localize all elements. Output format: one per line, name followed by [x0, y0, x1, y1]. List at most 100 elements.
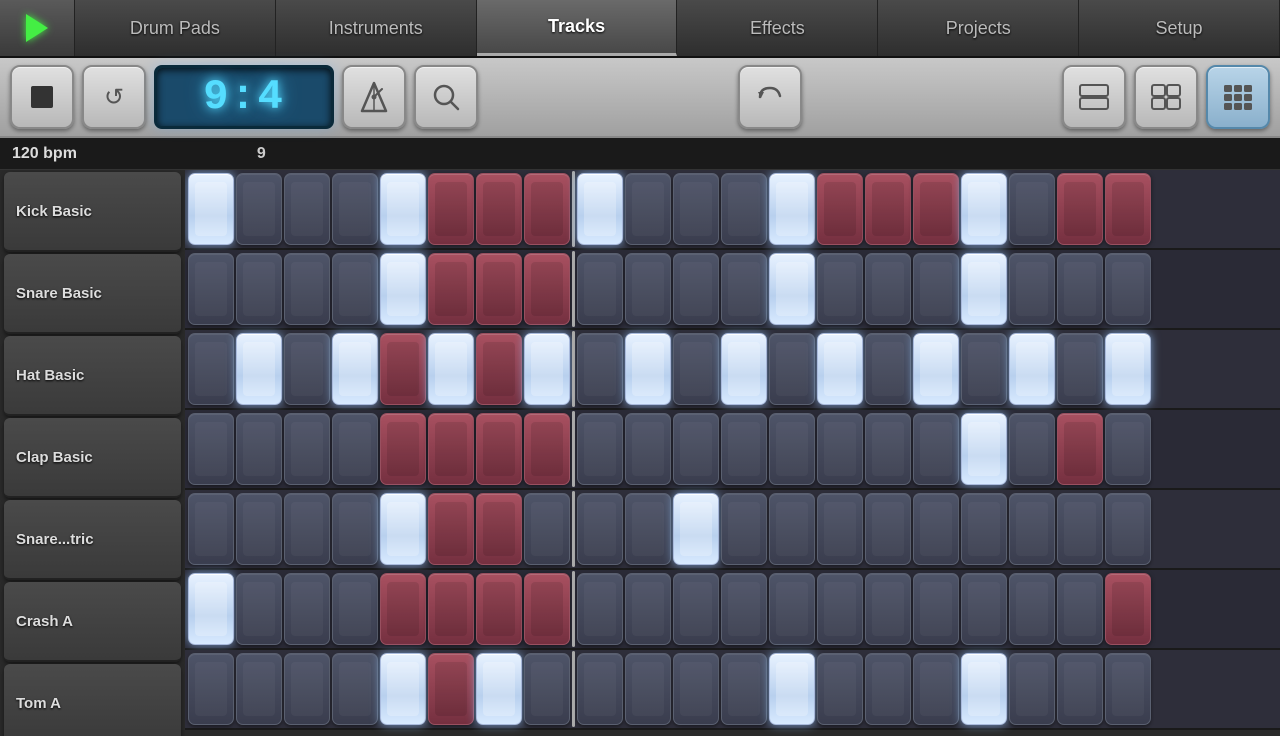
- beat-cell[interactable]: [673, 173, 719, 245]
- track-label-clap-basic[interactable]: Clap Basic: [4, 418, 181, 498]
- beat-cell[interactable]: [961, 173, 1007, 245]
- beat-cell[interactable]: [284, 173, 330, 245]
- beat-cell[interactable]: [1057, 653, 1103, 725]
- grid-view-3-button[interactable]: [1206, 65, 1270, 129]
- beat-cell[interactable]: [188, 493, 234, 565]
- beat-cell[interactable]: [332, 333, 378, 405]
- beat-cell[interactable]: [1057, 253, 1103, 325]
- beat-cell[interactable]: [577, 573, 623, 645]
- beat-cell[interactable]: [961, 573, 1007, 645]
- beat-cell[interactable]: [769, 253, 815, 325]
- beat-cell[interactable]: [1009, 333, 1055, 405]
- beat-cell[interactable]: [476, 493, 522, 565]
- beat-cell[interactable]: [1105, 653, 1151, 725]
- beat-cell[interactable]: [476, 413, 522, 485]
- beat-cell[interactable]: [1009, 573, 1055, 645]
- tab-drum-pads[interactable]: Drum Pads: [75, 0, 276, 56]
- beat-cell[interactable]: [380, 173, 426, 245]
- beat-cell[interactable]: [332, 493, 378, 565]
- beat-cell[interactable]: [769, 413, 815, 485]
- beat-cell[interactable]: [673, 413, 719, 485]
- beat-cell[interactable]: [673, 253, 719, 325]
- beat-cell[interactable]: [188, 253, 234, 325]
- beat-cell[interactable]: [1009, 653, 1055, 725]
- beat-cell[interactable]: [1057, 493, 1103, 565]
- beat-cell[interactable]: [284, 573, 330, 645]
- tab-instruments[interactable]: Instruments: [276, 0, 477, 56]
- track-label-crash-a[interactable]: Crash A: [4, 582, 181, 662]
- beat-cell[interactable]: [524, 413, 570, 485]
- beat-cell[interactable]: [769, 573, 815, 645]
- beat-cell[interactable]: [865, 413, 911, 485]
- beat-cell[interactable]: [476, 253, 522, 325]
- beat-cell[interactable]: [332, 573, 378, 645]
- beat-cell[interactable]: [428, 253, 474, 325]
- beat-cell[interactable]: [428, 653, 474, 725]
- beat-cell[interactable]: [769, 333, 815, 405]
- beat-cell[interactable]: [865, 493, 911, 565]
- beat-cell[interactable]: [865, 653, 911, 725]
- grid-view-2-button[interactable]: [1134, 65, 1198, 129]
- beat-cell[interactable]: [1057, 333, 1103, 405]
- beat-cell[interactable]: [1009, 493, 1055, 565]
- beat-cell[interactable]: [428, 413, 474, 485]
- beat-cell[interactable]: [476, 333, 522, 405]
- beat-cell[interactable]: [380, 333, 426, 405]
- beat-cell[interactable]: [721, 173, 767, 245]
- beat-cell[interactable]: [188, 653, 234, 725]
- beat-cell[interactable]: [721, 253, 767, 325]
- beat-cell[interactable]: [673, 573, 719, 645]
- tab-projects[interactable]: Projects: [878, 0, 1079, 56]
- track-label-tom-a[interactable]: Tom A: [4, 664, 181, 736]
- beat-cell[interactable]: [380, 253, 426, 325]
- beat-cell[interactable]: [1057, 413, 1103, 485]
- undo-button[interactable]: [738, 65, 802, 129]
- beat-cell[interactable]: [961, 253, 1007, 325]
- track-label-snare-basic[interactable]: Snare Basic: [4, 254, 181, 334]
- beat-cell[interactable]: [673, 333, 719, 405]
- tab-effects[interactable]: Effects: [677, 0, 878, 56]
- beat-cell[interactable]: [476, 173, 522, 245]
- beat-cell[interactable]: [284, 253, 330, 325]
- beat-cell[interactable]: [577, 653, 623, 725]
- beat-cell[interactable]: [577, 333, 623, 405]
- track-label-hat-basic[interactable]: Hat Basic: [4, 336, 181, 416]
- beat-cell[interactable]: [673, 653, 719, 725]
- beat-cell[interactable]: [625, 573, 671, 645]
- beat-cell[interactable]: [1105, 253, 1151, 325]
- beat-cell[interactable]: [625, 653, 671, 725]
- beat-cell[interactable]: [284, 493, 330, 565]
- beat-cell[interactable]: [625, 253, 671, 325]
- beat-cell[interactable]: [961, 413, 1007, 485]
- beat-cell[interactable]: [1009, 173, 1055, 245]
- beat-cell[interactable]: [865, 173, 911, 245]
- beat-cell[interactable]: [380, 413, 426, 485]
- beat-cell[interactable]: [673, 493, 719, 565]
- beat-cell[interactable]: [524, 253, 570, 325]
- beat-cell[interactable]: [721, 653, 767, 725]
- beat-cell[interactable]: [625, 173, 671, 245]
- beat-cell[interactable]: [865, 333, 911, 405]
- beat-cell[interactable]: [332, 653, 378, 725]
- beat-cell[interactable]: [476, 653, 522, 725]
- beat-cell[interactable]: [380, 653, 426, 725]
- beat-cell[interactable]: [1009, 413, 1055, 485]
- beat-cell[interactable]: [236, 173, 282, 245]
- beat-cell[interactable]: [284, 413, 330, 485]
- beat-cell[interactable]: [913, 653, 959, 725]
- beat-cell[interactable]: [1057, 173, 1103, 245]
- beat-cell[interactable]: [236, 253, 282, 325]
- beat-cell[interactable]: [1009, 253, 1055, 325]
- beat-cell[interactable]: [1057, 573, 1103, 645]
- beat-cell[interactable]: [769, 493, 815, 565]
- beat-cell[interactable]: [1105, 413, 1151, 485]
- beat-cell[interactable]: [577, 493, 623, 565]
- beat-cell[interactable]: [721, 573, 767, 645]
- beat-cell[interactable]: [625, 333, 671, 405]
- beat-cell[interactable]: [380, 573, 426, 645]
- grid-view-1-button[interactable]: [1062, 65, 1126, 129]
- beat-cell[interactable]: [332, 253, 378, 325]
- beat-cell[interactable]: [961, 333, 1007, 405]
- beat-cell[interactable]: [961, 653, 1007, 725]
- beat-cell[interactable]: [236, 333, 282, 405]
